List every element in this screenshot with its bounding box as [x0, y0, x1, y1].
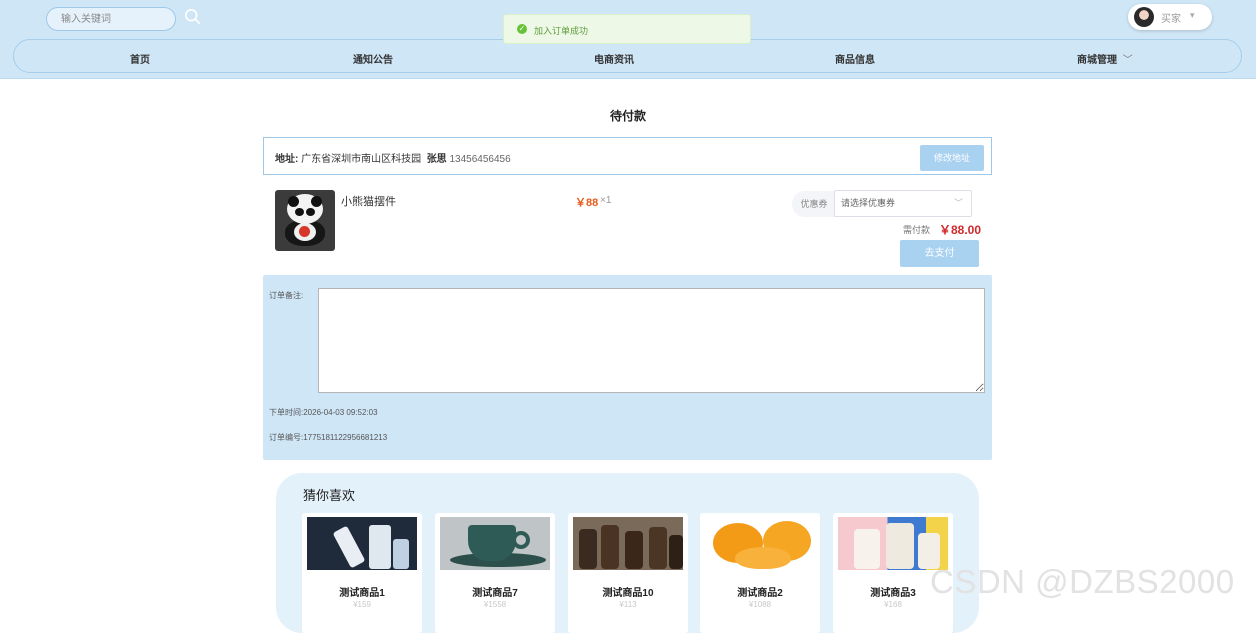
chevron-down-icon: ﹀ [1122, 55, 1133, 66]
nav-item-news[interactable]: 电商资讯 [594, 51, 634, 66]
edit-address-button[interactable]: 修改地址 [920, 145, 984, 171]
coupon-select[interactable]: 请选择优惠券 ﹀ [834, 190, 972, 217]
page-title: 待付款 [609, 109, 646, 123]
recommend-card-name: 测试商品7 [472, 588, 518, 599]
address-bar: 地址: 广东省深圳市南山区科技园 张思 13456456456 修改地址 [263, 137, 992, 175]
address-value: 广东省深圳市南山区科技园 [301, 154, 422, 165]
watermark: CSDN @DZBS2000 [930, 563, 1235, 600]
product-quantity: ×1 [600, 195, 612, 206]
product-image [573, 517, 683, 570]
product-thumbnail [275, 190, 335, 251]
recommend-card[interactable]: 测试商品1 ¥159 [302, 513, 422, 633]
contact-name: 张思 [426, 154, 447, 165]
address-text: 地址: 广东省深圳市南山区科技园 张思 13456456456 [275, 150, 511, 165]
toast-message: 加入订单成功 [534, 26, 589, 36]
remark-label: 订单备注: [269, 291, 304, 300]
address-label: 地址: [275, 154, 299, 165]
recommend-card-price: ¥1558 [483, 600, 507, 609]
recommend-card[interactable]: 测试商品2 ¥1088 [700, 513, 820, 633]
coupon-placeholder: 请选择优惠券 [841, 198, 896, 208]
order-remark-panel: 订单备注: 下单时间:2026-04-03 09:52:03 订单编号:1775… [263, 275, 992, 460]
recommend-card[interactable]: 测试商品7 ¥1558 [435, 513, 555, 633]
chevron-down-icon: ﹀ [953, 198, 963, 208]
user-name: 买家 [1161, 14, 1181, 25]
coupon-label: 优惠券 [792, 191, 836, 217]
order-number-label: 订单编号: [269, 433, 304, 442]
order-time: 下单时间:2026-04-03 09:52:03 [269, 407, 378, 418]
main-nav: 首页 通知公告 电商资讯 商品信息 商城管理 ﹀ [13, 39, 1242, 73]
recommend-card-name: 测试商品1 [339, 588, 385, 599]
success-toast: ✓ 加入订单成功 [503, 14, 751, 44]
product-image [705, 517, 815, 570]
recommend-card-name: 测试商品2 [737, 588, 783, 599]
recommend-section: 猜你喜欢 测试商品1 ¥159 测试商品7 ¥1558 测试商品10 ¥113 [276, 473, 979, 633]
pay-button[interactable]: 去支付 [900, 240, 979, 267]
order-time-value: 2026-04-03 09:52:03 [303, 408, 378, 417]
order-number-value: 1775181122956681213 [303, 433, 388, 442]
recommend-card-price: ¥1088 [748, 600, 772, 609]
recommend-title: 猜你喜欢 [303, 488, 356, 503]
contact-phone: 13456456456 [449, 154, 511, 165]
recommend-card-price: ¥168 [884, 600, 902, 609]
nav-item-mall-manage[interactable]: 商城管理 ﹀ [1077, 51, 1133, 66]
remark-textarea[interactable] [318, 288, 985, 393]
nav-item-mall-manage-label: 商城管理 [1077, 55, 1117, 66]
order-number: 订单编号:1775181122956681213 [269, 432, 387, 443]
nav-item-products[interactable]: 商品信息 [835, 51, 875, 66]
product-price: ￥88 [575, 197, 599, 209]
check-circle-icon: ✓ [517, 24, 527, 34]
order-time-label: 下单时间: [269, 408, 304, 417]
nav-item-home[interactable]: 首页 [130, 51, 150, 66]
search-input[interactable]: 输入关键词 [46, 7, 176, 31]
nav-item-notice[interactable]: 通知公告 [353, 51, 393, 66]
product-name: 小熊猫摆件 [341, 196, 396, 208]
avatar [1134, 7, 1154, 27]
product-image [440, 517, 550, 570]
recommend-card-price: ¥113 [619, 600, 637, 609]
amount-due-label: 需付款 [903, 225, 931, 235]
user-menu[interactable]: 买家 ▾ [1128, 4, 1212, 30]
recommend-card[interactable]: 测试商品10 ¥113 [568, 513, 688, 633]
amount-due-value: ￥88.00 [939, 223, 982, 237]
chevron-down-icon: ▾ [1190, 10, 1195, 20]
recommend-card-name: 测试商品10 [602, 588, 654, 599]
product-image [307, 517, 417, 570]
recommend-card-price: ¥159 [353, 600, 371, 609]
search-icon[interactable] [184, 8, 202, 26]
